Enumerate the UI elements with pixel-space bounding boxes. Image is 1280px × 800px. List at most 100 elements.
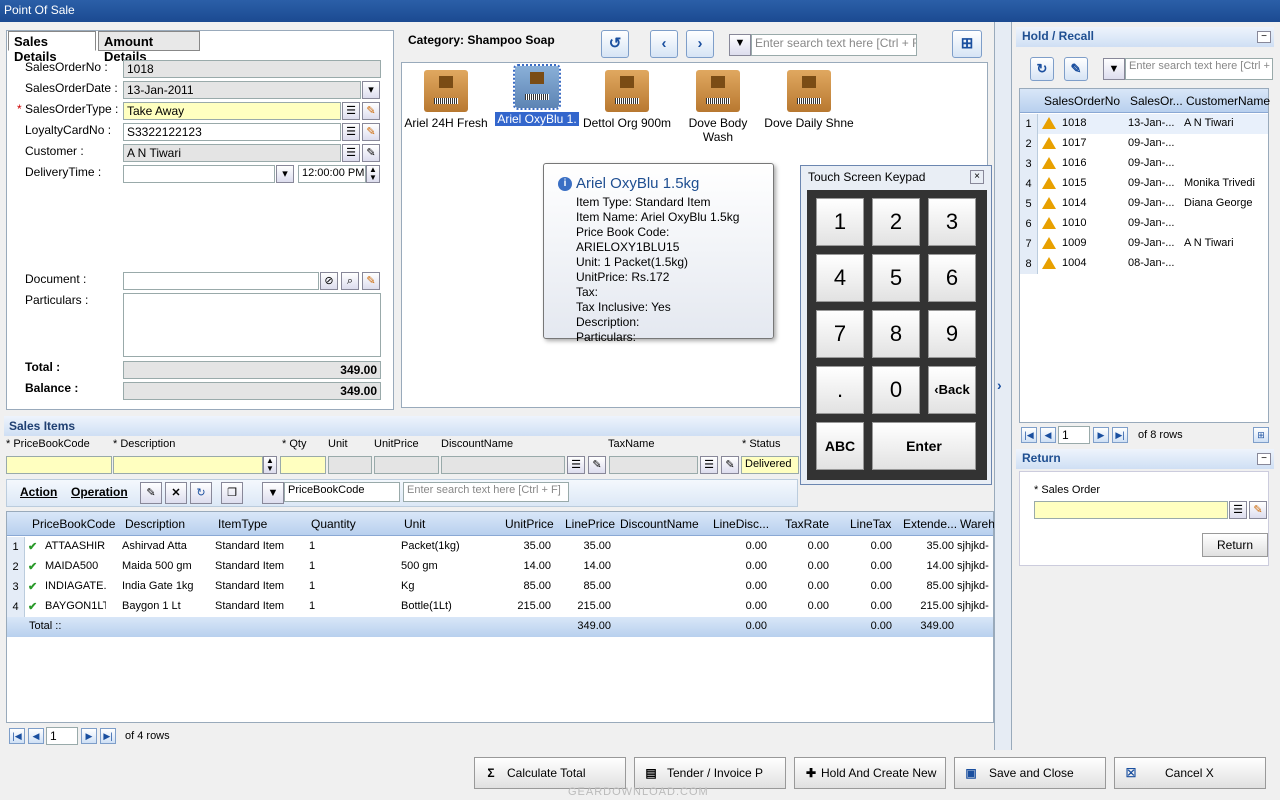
column-header[interactable]: ItemType: [218, 517, 267, 531]
cancel-button[interactable]: ☒ Cancel X: [1114, 757, 1266, 789]
catalog-item[interactable]: Dove Body Wash: [672, 70, 764, 144]
key-0[interactable]: 0: [872, 366, 920, 414]
tree-icon[interactable]: ⊞: [952, 30, 982, 58]
tender-invoice-button[interactable]: ▤ Tender / Invoice P: [634, 757, 786, 789]
column-header[interactable]: DiscountName: [620, 517, 699, 531]
key-2[interactable]: 2: [872, 198, 920, 246]
time-spinner[interactable]: ▲ ▼: [366, 165, 380, 183]
key-9[interactable]: 9: [928, 310, 976, 358]
key-7[interactable]: 7: [816, 310, 864, 358]
list-icon[interactable]: ☰: [342, 102, 360, 120]
prev-page-icon[interactable]: ◀: [28, 728, 44, 744]
column-header[interactable]: LineDisc...: [713, 517, 769, 531]
column-header[interactable]: LinePrice: [565, 517, 615, 531]
edit-icon[interactable]: ✎: [1064, 57, 1088, 81]
refresh-icon[interactable]: ↻: [1030, 57, 1054, 81]
eraser-icon[interactable]: ✎: [362, 144, 380, 162]
return-sales-order-field[interactable]: [1034, 501, 1228, 519]
hold-row[interactable]: 4 1015 09-Jan-... Monika Trivedi: [1020, 174, 1268, 194]
filter-icon[interactable]: ▼: [262, 482, 284, 504]
refresh-icon[interactable]: ↺: [601, 30, 629, 58]
catalog-item[interactable]: Ariel 24H Fresh: [400, 70, 492, 130]
hold-row[interactable]: 7 1009 09-Jan-... A N Tiwari: [1020, 234, 1268, 254]
pricebook-entry[interactable]: [6, 456, 112, 474]
tab-amount-details[interactable]: Amount Details: [98, 31, 200, 64]
column-header[interactable]: Quantity: [311, 517, 356, 531]
key-5[interactable]: 5: [872, 254, 920, 302]
key-8[interactable]: 8: [872, 310, 920, 358]
last-page-icon[interactable]: ▶|: [1112, 427, 1128, 443]
key-back[interactable]: ‹Back: [928, 366, 976, 414]
list-icon[interactable]: ☰: [342, 123, 360, 141]
catalog-item[interactable]: Ariel OxyBlu 1.: [491, 64, 583, 126]
expand-icon[interactable]: ›: [997, 377, 1002, 393]
search-icon[interactable]: ⌕: [341, 272, 359, 290]
column-header[interactable]: LineTax: [850, 517, 891, 531]
hold-row[interactable]: 8 1004 08-Jan-...: [1020, 254, 1268, 274]
next-icon[interactable]: ›: [686, 30, 714, 58]
key-1[interactable]: 1: [816, 198, 864, 246]
column-header[interactable]: Wareh: [960, 517, 995, 531]
next-page-icon[interactable]: ▶: [81, 728, 97, 744]
column-header[interactable]: SalesOrderNo: [1044, 94, 1120, 108]
eraser-icon[interactable]: ✎: [362, 272, 380, 290]
hold-page-input[interactable]: 1: [1058, 426, 1090, 444]
delivery-date-field[interactable]: [123, 165, 275, 183]
table-row[interactable]: 3 ✔ INDIAGATE... India Gate 1kg Standard Ite…: [7, 577, 993, 597]
tab-sales-details[interactable]: Sales Details: [8, 31, 96, 64]
column-header[interactable]: UnitPrice: [505, 517, 554, 531]
hold-row[interactable]: 2 1017 09-Jan-...: [1020, 134, 1268, 154]
first-page-icon[interactable]: |◀: [1021, 427, 1037, 443]
qty-entry[interactable]: [280, 456, 326, 474]
status-entry[interactable]: Delivered: [741, 456, 799, 474]
hold-row[interactable]: 5 1014 09-Jan-... Diana George: [1020, 194, 1268, 214]
key-dot[interactable]: .: [816, 366, 864, 414]
delivery-dropdown-button[interactable]: ▾: [276, 165, 294, 183]
list-icon[interactable]: ☰: [700, 456, 718, 474]
attach-icon[interactable]: ⊘: [320, 272, 338, 290]
action-menu[interactable]: Action: [20, 485, 57, 499]
eraser-icon[interactable]: ✎: [721, 456, 739, 474]
next-page-icon[interactable]: ▶: [1093, 427, 1109, 443]
catalog-item[interactable]: Dove Daily Shne: [763, 70, 855, 130]
copy-icon[interactable]: ❐: [221, 482, 243, 504]
date-dropdown-button[interactable]: ▾: [362, 81, 380, 99]
delete-icon[interactable]: ✕: [165, 482, 187, 504]
column-header[interactable]: CustomerName: [1186, 94, 1270, 108]
hold-row[interactable]: 1 1018 13-Jan-... A N Tiwari: [1020, 114, 1268, 134]
table-row[interactable]: 1✔ATTAASHIR...Ashirvad AttaStandard Item…: [7, 537, 993, 557]
hold-row[interactable]: 3 1016 09-Jan-...: [1020, 154, 1268, 174]
table-row[interactable]: 2 ✔ MAIDA500 Maida 500 gm Standard Item 1 500 …: [7, 557, 993, 577]
column-header[interactable]: TaxRate: [785, 517, 829, 531]
close-icon[interactable]: ×: [970, 170, 984, 184]
key-abc[interactable]: ABC: [816, 422, 864, 470]
eraser-icon[interactable]: ✎: [588, 456, 606, 474]
catalog-search-input[interactable]: Enter search text here [Ctrl + F]: [751, 34, 917, 56]
operation-menu[interactable]: Operation: [71, 485, 128, 499]
particulars-textarea[interactable]: [123, 293, 381, 357]
calculate-total-button[interactable]: Σ Calculate Total: [474, 757, 626, 789]
column-header[interactable]: SalesOr...: [1130, 94, 1183, 108]
catalog-item[interactable]: Dettol Org 900m: [581, 70, 673, 130]
grid-options-icon[interactable]: ⊞: [1253, 427, 1269, 443]
hold-search-input[interactable]: Enter search text here [Ctrl + F]: [1125, 58, 1273, 80]
description-spinner[interactable]: ▲ ▼: [263, 456, 277, 474]
document-field[interactable]: [123, 272, 319, 290]
list-icon[interactable]: ☰: [342, 144, 360, 162]
column-header[interactable]: PriceBookCode: [32, 517, 115, 531]
delivery-time-field[interactable]: 12:00:00 PM: [298, 165, 366, 183]
key-4[interactable]: 4: [816, 254, 864, 302]
order-type-field[interactable]: Take Away: [123, 102, 341, 120]
description-entry[interactable]: [113, 456, 263, 474]
items-search-input[interactable]: Enter search text here [Ctrl + F]: [403, 482, 569, 502]
filter-icon[interactable]: ▼: [729, 34, 751, 56]
eraser-icon[interactable]: ✎: [362, 102, 380, 120]
list-icon[interactable]: ☰: [1229, 501, 1247, 519]
filter-field-select[interactable]: PriceBookCode: [284, 482, 400, 502]
column-header[interactable]: Extende...: [903, 517, 957, 531]
first-page-icon[interactable]: |◀: [9, 728, 25, 744]
filter-icon[interactable]: ▼: [1103, 58, 1125, 80]
eraser-icon[interactable]: ✎: [362, 123, 380, 141]
prev-icon[interactable]: ‹: [650, 30, 678, 58]
save-close-button[interactable]: ▣ Save and Close: [954, 757, 1106, 789]
